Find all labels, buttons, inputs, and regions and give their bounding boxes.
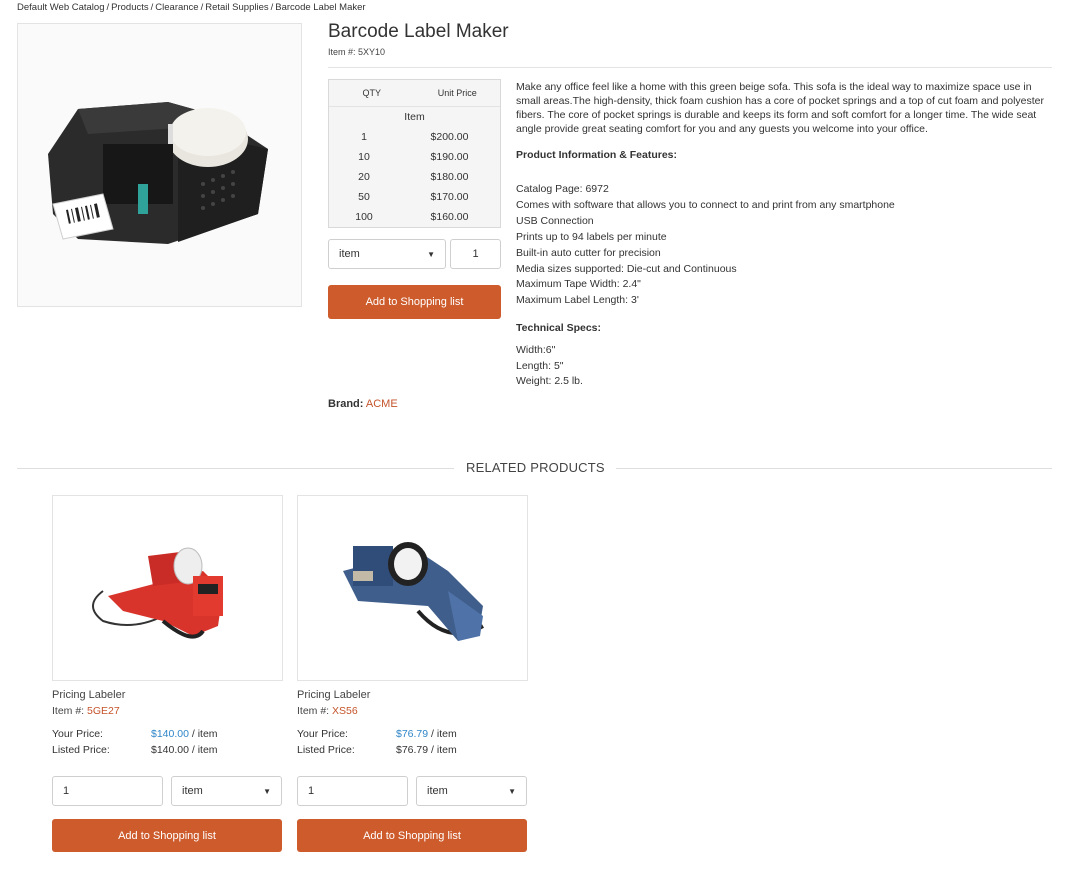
price-tier-table: QTY Unit Price Item 1 $200.00 10 $190.00… xyxy=(328,79,501,228)
uom-selected-value: item xyxy=(182,785,203,797)
item-number-link[interactable]: 5GE27 xyxy=(87,705,120,717)
brand-label: Brand: xyxy=(328,398,364,410)
features-heading: Product Information & Features: xyxy=(516,149,678,161)
breadcrumb-item-retail-supplies[interactable]: Retail Supplies xyxy=(205,2,268,13)
feature-item: Catalog Page: 6972 xyxy=(516,183,609,195)
quantity-input[interactable]: 1 xyxy=(450,239,501,269)
listed-price-label: Listed Price: xyxy=(52,743,110,756)
blue-price-labeler-icon xyxy=(343,542,484,641)
tier-qty: 10 xyxy=(358,151,370,163)
item-label: Item #: xyxy=(297,705,330,717)
product-description: Make any office feel like a home with th… xyxy=(516,80,1052,390)
tier-qty: 50 xyxy=(358,191,370,203)
add-to-shopping-list-button[interactable]: Add to Shopping list xyxy=(328,285,501,319)
feature-item: Maximum Label Length: 3' xyxy=(516,294,639,307)
barcode-printer-image xyxy=(48,102,268,244)
product-title: Barcode Label Maker xyxy=(328,21,509,42)
red-price-labeler-icon xyxy=(92,547,223,639)
uom-select[interactable]: item ▼ xyxy=(328,239,446,269)
uom-select[interactable]: item ▼ xyxy=(416,776,527,806)
specs-heading: Technical Specs: xyxy=(516,322,602,335)
product-item-number: Item #: 5XY10 xyxy=(328,47,386,57)
tier-qty: 1 xyxy=(361,131,367,143)
feature-item: USB Connection xyxy=(516,214,594,227)
tier-price: $190.00 xyxy=(430,151,469,163)
breadcrumb-item-catalog[interactable]: Default Web Catalog xyxy=(17,2,105,13)
features-list: Catalog Page: 6972 Comes with software t… xyxy=(516,182,1052,309)
tier-price: $200.00 xyxy=(430,131,469,143)
specs-list: Width:6" Length: 5" Weight: 2.5 lb. xyxy=(516,343,1052,390)
related-product-prices: Your Price: $140.00 / item Listed Price:… xyxy=(52,727,283,758)
divider xyxy=(328,67,1052,68)
listed-price-value: $140.00 / item xyxy=(151,743,218,756)
listed-price-label: Listed Price: xyxy=(297,743,355,756)
breadcrumb: Default Web Catalog / Products / Clearance / R… xyxy=(17,2,366,13)
breadcrumb-item-current: Barcode Label Maker xyxy=(275,2,366,13)
listed-price-value: $76.79 / item xyxy=(396,743,457,756)
description-text: Make any office feel like a home with th… xyxy=(516,81,1045,135)
your-price-value: $76.79 xyxy=(396,728,429,740)
your-price-value: $140.00 xyxy=(151,728,189,740)
brand: Brand: ACME xyxy=(328,398,398,410)
caret-down-icon: ▼ xyxy=(263,786,271,796)
quantity-value: 1 xyxy=(472,248,479,260)
spec-item: Weight: 2.5 lb. xyxy=(516,375,583,388)
related-products-title: RELATED PRODUCTS xyxy=(466,460,605,475)
tier-price: $180.00 xyxy=(430,171,469,183)
related-product-card: Pricing Labeler Item #: XS56 Your Price:… xyxy=(297,495,528,852)
quantity-input[interactable]: 1 xyxy=(297,776,408,806)
feature-item: Maximum Tape Width: 2.4" xyxy=(516,278,641,291)
product-image[interactable] xyxy=(17,23,302,307)
related-product-card: Pricing Labeler Item #: 5GE27 Your Price… xyxy=(52,495,283,852)
caret-down-icon: ▼ xyxy=(427,249,435,259)
add-to-shopping-list-button[interactable]: Add to Shopping list xyxy=(52,819,282,852)
related-product-image[interactable] xyxy=(52,495,283,681)
feature-item: Prints up to 94 labels per minute xyxy=(516,230,667,243)
uom-selected-value: item xyxy=(427,785,448,797)
uom-select[interactable]: item ▼ xyxy=(171,776,282,806)
tier-price: $170.00 xyxy=(430,191,469,203)
your-price-label: Your Price: xyxy=(52,728,103,740)
price-table-unit: Item xyxy=(404,111,425,123)
quantity-input[interactable]: 1 xyxy=(52,776,163,806)
price-table-header: QTY Unit Price xyxy=(329,80,500,107)
breadcrumb-item-clearance[interactable]: Clearance xyxy=(155,2,198,13)
item-label: Item #: xyxy=(52,705,85,717)
qty-header: QTY xyxy=(362,88,381,98)
tier-price: $160.00 xyxy=(430,211,469,223)
tier-qty: 20 xyxy=(358,171,370,183)
your-price-unit: / item xyxy=(188,728,218,740)
feature-item: Media sizes supported: Die-cut and Conti… xyxy=(516,262,737,275)
your-price-unit: / item xyxy=(428,728,457,740)
price-tier-row: 10 $190.00 xyxy=(329,147,500,167)
brand-link[interactable]: ACME xyxy=(366,398,398,410)
quantity-value: 1 xyxy=(63,785,70,797)
unit-price-header: Unit Price xyxy=(437,88,477,98)
your-price-label: Your Price: xyxy=(297,728,348,740)
price-tier-row: 20 $180.00 xyxy=(329,167,500,187)
related-product-image[interactable] xyxy=(297,495,528,681)
price-tier-row: 50 $170.00 xyxy=(329,187,500,207)
related-product-name[interactable]: Pricing Labeler xyxy=(52,689,283,701)
related-product-item-number: Item #: 5GE27 xyxy=(52,705,283,717)
caret-down-icon: ▼ xyxy=(508,786,516,796)
add-to-shopping-list-button[interactable]: Add to Shopping list xyxy=(297,819,527,852)
tier-qty: 100 xyxy=(355,211,373,223)
uom-selected-value: item xyxy=(339,248,360,260)
spec-item: Length: 5" xyxy=(516,359,564,372)
divider xyxy=(616,468,1052,469)
item-number-link[interactable]: XS56 xyxy=(332,705,358,717)
related-product-name[interactable]: Pricing Labeler xyxy=(297,689,528,701)
breadcrumb-item-products[interactable]: Products xyxy=(111,2,149,13)
related-product-item-number: Item #: XS56 xyxy=(297,705,528,717)
feature-item: Built-in auto cutter for precision xyxy=(516,246,661,259)
price-tier-row: 1 $200.00 xyxy=(329,127,500,147)
price-tier-row: 100 $160.00 xyxy=(329,207,500,227)
feature-item: Comes with software that allows you to c… xyxy=(516,198,895,211)
divider xyxy=(17,468,454,469)
quantity-value: 1 xyxy=(308,785,315,797)
related-product-prices: Your Price: $76.79 / item Listed Price: … xyxy=(297,727,528,758)
spec-item: Width:6" xyxy=(516,344,556,357)
